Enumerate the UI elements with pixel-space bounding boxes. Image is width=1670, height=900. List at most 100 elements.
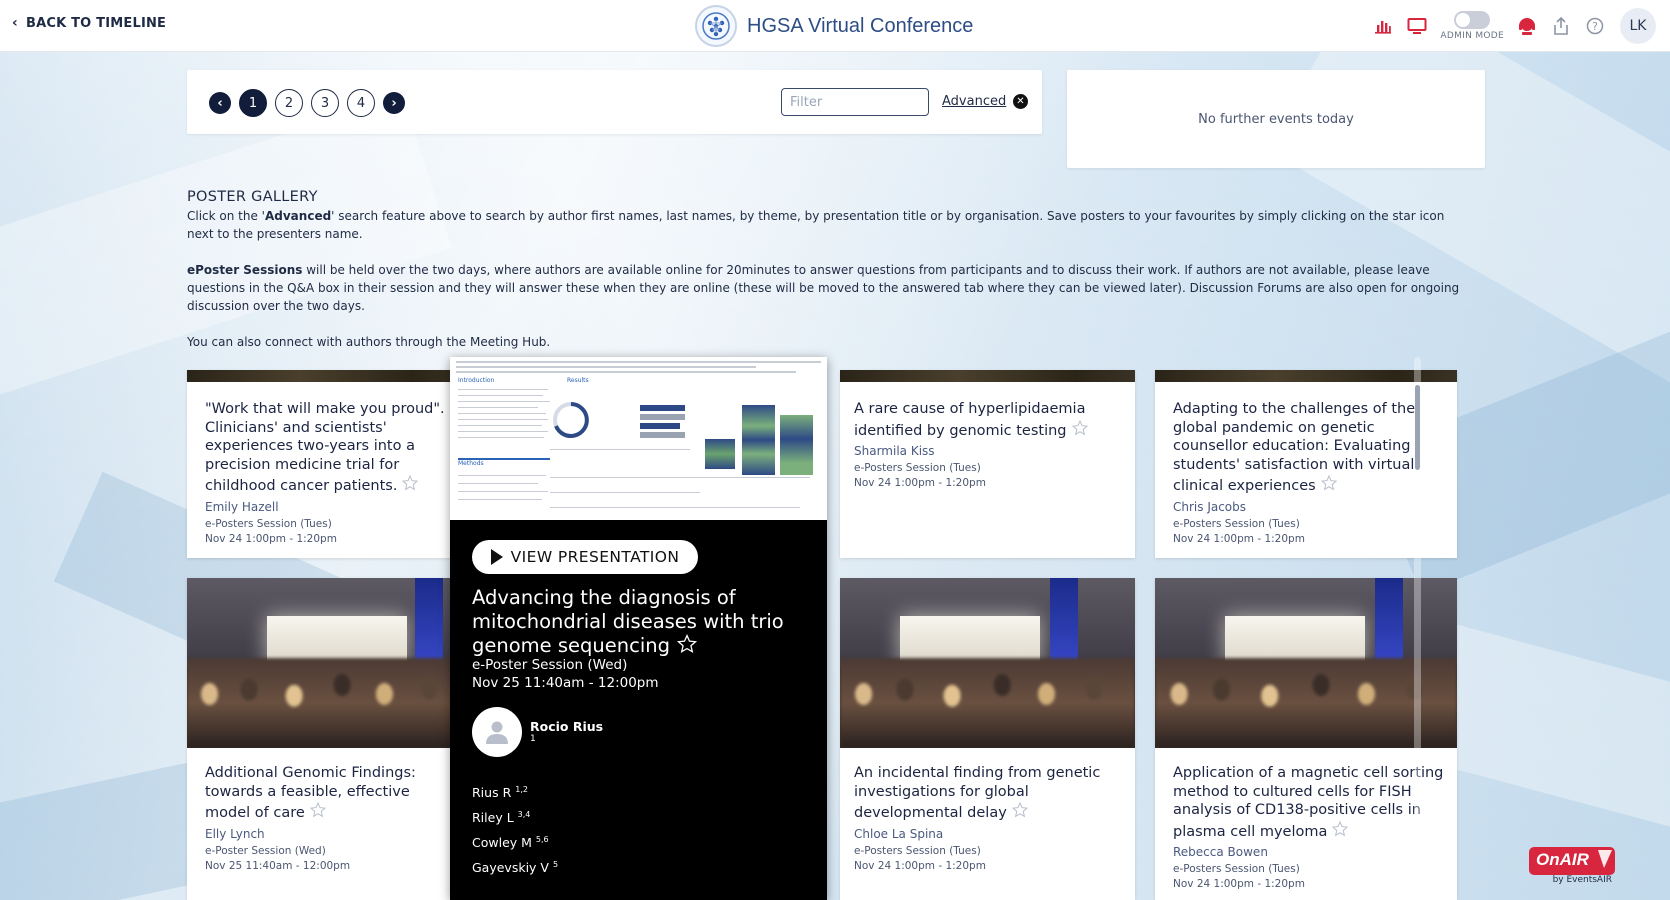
presenter-name[interactable]: Rocio Rius	[530, 719, 603, 734]
poster-thumbnail	[187, 370, 469, 382]
toggle-icon	[1454, 11, 1491, 29]
poster-title-text: A rare cause of hyperlipidaemia identifi…	[854, 401, 1086, 439]
author-name: Rius R	[472, 785, 512, 801]
intro-text: Click on the '	[187, 209, 265, 223]
conference-photo	[840, 578, 1135, 748]
poster-heading: Introduction	[458, 377, 495, 384]
favourite-star-icon[interactable]	[1011, 801, 1029, 825]
poster-session: e-Posters Session (Tues) Nov 24 1:00pm - …	[854, 844, 1123, 874]
onair-brand: OnAIR	[1536, 850, 1589, 869]
poster-thumbnail	[840, 370, 1135, 382]
favourite-star-icon[interactable]	[1331, 820, 1349, 844]
svg-text:?: ?	[1592, 20, 1598, 33]
author-item: Riley L 3,4	[472, 804, 558, 829]
support-agent-icon[interactable]	[1511, 10, 1543, 42]
poster-session: e-Posters Session (Tues) Nov 24 1:00pm - …	[854, 461, 1123, 491]
page-3-button[interactable]: 3	[311, 89, 339, 117]
session-name: e-Poster Session (Wed)	[472, 657, 628, 673]
poster-title-text: Application of a magnetic cell sorting m…	[1173, 765, 1444, 840]
poster-card[interactable]: An incidental finding from genetic inves…	[840, 578, 1135, 900]
author-item: Cowley M 5,6	[472, 829, 558, 854]
session-name: e-Posters Session (Tues)	[1173, 863, 1300, 875]
favourite-star-icon[interactable]	[401, 474, 419, 498]
poster-title[interactable]: Application of a magnetic cell sorting m…	[1173, 764, 1445, 843]
monitor-icon[interactable]	[1401, 10, 1433, 42]
favourite-star-icon[interactable]	[676, 633, 698, 661]
poster-heading: Results	[567, 377, 589, 384]
session-name: e-Posters Session (Tues)	[854, 462, 981, 474]
events-panel: No further events today	[1067, 70, 1485, 168]
intro-paragraph-3: You can also connect with authors throug…	[187, 335, 551, 349]
poster-detail-card[interactable]: Introduction Results Methods VIEW PRESEN…	[450, 357, 827, 900]
poster-card[interactable]: Application of a magnetic cell sorting m…	[1155, 578, 1457, 900]
filter-input[interactable]	[781, 88, 929, 116]
poster-preview[interactable]: Introduction Results Methods	[450, 357, 827, 520]
brand: HGSA Virtual Conference	[695, 5, 973, 47]
onair-logo: OnAIR by EventsAIR	[1528, 846, 1616, 886]
next-page-button[interactable]: ›	[383, 92, 405, 114]
onair-by: by EventsAIR	[1552, 875, 1612, 885]
favourite-star-icon[interactable]	[309, 801, 327, 825]
intro-text: will be held over the two days, where au…	[187, 263, 1460, 313]
poster-heading: Methods	[458, 460, 484, 467]
help-icon[interactable]: ?	[1579, 10, 1611, 42]
poster-title[interactable]: Additional Genomic Findings: towards a f…	[205, 764, 457, 825]
poster-title[interactable]: Adapting to the challenges of the global…	[1173, 400, 1445, 498]
user-avatar[interactable]: LK	[1620, 8, 1656, 44]
poster-session: e-Posters Session (Tues) Nov 24 1:00pm - …	[1173, 517, 1445, 547]
author-affiliation: 5,6	[535, 835, 549, 845]
poster-title-text: An incidental finding from genetic inves…	[854, 765, 1101, 821]
session-time: Nov 25 11:40am - 12:00pm	[205, 859, 351, 872]
bar-chart-icon[interactable]	[1367, 10, 1399, 42]
play-icon	[490, 549, 503, 565]
person-icon	[486, 721, 508, 744]
advanced-search-link[interactable]: Advanced	[942, 94, 1006, 109]
scrollbar-thumb[interactable]	[1415, 385, 1420, 470]
prev-page-button[interactable]: ‹	[209, 92, 231, 114]
share-icon[interactable]	[1545, 10, 1577, 42]
session-time: Nov 24 1:00pm - 1:20pm	[854, 859, 986, 872]
poster-card[interactable]: "Work that will make you proud". Clinici…	[187, 370, 469, 558]
author-item: Gayevskiy V 5	[472, 854, 558, 879]
page-4-button[interactable]: 4	[347, 89, 375, 117]
admin-mode-toggle[interactable]: ADMIN MODE	[1440, 11, 1504, 41]
page-1-button[interactable]: 1	[239, 89, 267, 117]
session-time: Nov 25 11:40am - 12:00pm	[472, 674, 659, 691]
poster-title[interactable]: An incidental finding from genetic inves…	[854, 764, 1123, 825]
presenter-affiliation: 1	[530, 734, 536, 744]
session-name: e-Poster Session (Wed)	[205, 844, 326, 857]
presenter-avatar[interactable]	[472, 707, 522, 757]
session-name: e-Posters Session (Tues)	[854, 844, 981, 857]
admin-mode-label: ADMIN MODE	[1440, 31, 1504, 41]
detail-title: Advancing the diagnosis of mitochondrial…	[472, 586, 812, 661]
top-bar: ‹ BACK TO TIMELINE HGSA Virtual Conferen…	[0, 0, 1670, 52]
view-presentation-button[interactable]: VIEW PRESENTATION	[472, 540, 698, 574]
intro-text: ' search feature above to search by auth…	[187, 209, 1445, 241]
poster-gallery-intro: POSTER GALLERY Click on the 'Advanced' s…	[187, 188, 1467, 369]
poster-card[interactable]: A rare cause of hyperlipidaemia identifi…	[840, 370, 1135, 558]
conference-photo	[187, 578, 469, 748]
pagination-panel: ‹ 1 2 3 4 › Advanced ✕	[187, 70, 1042, 134]
session-time: Nov 24 1:00pm - 1:20pm	[1173, 878, 1305, 890]
author-name: Gayevskiy V	[472, 860, 549, 876]
poster-author: Sharmila Kiss	[854, 444, 935, 458]
intro-bold: Advanced	[264, 209, 332, 223]
detail-title-text: Advancing the diagnosis of mitochondrial…	[472, 586, 784, 657]
poster-author: Elly Lynch	[205, 826, 265, 841]
poster-card[interactable]: Additional Genomic Findings: towards a f…	[187, 578, 469, 900]
favourite-star-icon[interactable]	[1320, 474, 1338, 498]
clear-filter-icon[interactable]: ✕	[1013, 94, 1028, 109]
poster-title[interactable]: A rare cause of hyperlipidaemia identifi…	[854, 400, 1123, 442]
poster-card[interactable]: Adapting to the challenges of the global…	[1155, 370, 1457, 558]
back-to-timeline-link[interactable]: ‹ BACK TO TIMELINE	[12, 15, 166, 31]
poster-title[interactable]: "Work that will make you proud". Clinici…	[205, 400, 457, 498]
poster-session: e-Poster Session (Wed) Nov 25 11:40am - 1…	[205, 844, 457, 874]
hgsa-logo-icon	[695, 5, 737, 47]
favourite-star-icon[interactable]	[1071, 419, 1089, 443]
page-2-button[interactable]: 2	[275, 89, 303, 117]
no-events-text: No further events today	[1198, 111, 1354, 127]
author-name: Cowley M	[472, 835, 532, 851]
poster-session: e-Posters Session (Tues) Nov 24 1:00pm - …	[1173, 862, 1445, 892]
author-name: Riley L	[472, 810, 514, 826]
poster-title-text: Adapting to the challenges of the global…	[1173, 401, 1416, 494]
